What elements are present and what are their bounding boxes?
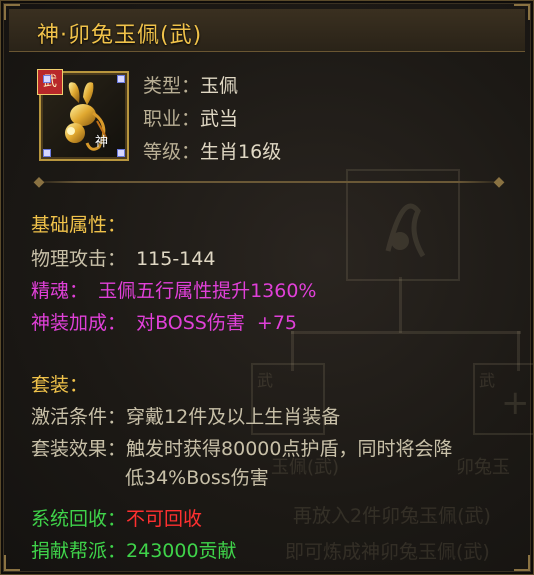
set-effect-value: 触发时获得80000点护盾，同时将会降: [126, 438, 453, 460]
physical-attack-value: 115-144: [136, 248, 216, 270]
frame-corner: [4, 555, 20, 571]
background-right-slot: 武 +: [473, 363, 533, 435]
divider-ornament: ◆: [33, 174, 45, 190]
item-type-row: 类型：玉佩: [143, 71, 238, 98]
frame-gem: [117, 75, 125, 83]
set-activation-label: 激活条件：: [31, 406, 127, 428]
item-class-value: 武当: [200, 108, 239, 130]
donate-value: 243000贡献: [126, 540, 237, 562]
item-type-label: 类型：: [143, 75, 201, 97]
donate-label: 捐献帮派：: [31, 540, 127, 562]
item-class-row: 职业：武当: [143, 104, 238, 131]
divine-bonus-label: 神装加成：: [31, 312, 127, 334]
physical-attack-label: 物理攻击：: [31, 248, 127, 270]
essence-row: 精魂： 玉佩五行属性提升1360%: [31, 276, 316, 303]
donate-row: 捐献帮派：243000贡献: [31, 536, 237, 563]
item-class-label: 职业：: [143, 108, 201, 130]
background-slot-badge: 武: [257, 371, 274, 390]
background-pendant-icon: [385, 203, 426, 258]
item-type-value: 玉佩: [200, 75, 239, 97]
background-center-slot: [346, 169, 460, 281]
item-level-row: 等级：生肖16级: [143, 137, 281, 164]
recycle-label: 系统回收：: [31, 508, 127, 530]
set-effect-label: 套装效果：: [31, 438, 127, 460]
background-slot-badge: 武: [479, 371, 496, 390]
divine-bonus-row: 神装加成： 对BOSS伤害 +75: [31, 308, 297, 335]
background-hint-line: 即可炼成神卯兔玉佩(武): [285, 541, 490, 563]
background-item-caption: 卯兔玉: [456, 457, 510, 478]
essence-value: 玉佩五行属性提升1360%: [98, 280, 317, 302]
physical-attack-row: 物理攻击： 115-144: [31, 244, 215, 271]
item-title: 神·卯兔玉佩(武): [37, 23, 203, 48]
frame-corner: [514, 555, 530, 571]
background-hint-line: 再放入2件卯兔玉佩(武): [293, 505, 491, 527]
title-bar: 神·卯兔玉佩(武): [9, 9, 525, 52]
frame-gem: [117, 149, 125, 157]
item-level-value: 生肖16级: [200, 141, 282, 163]
item-level-label: 等级：: [143, 141, 201, 163]
frame-gem: [43, 149, 51, 157]
set-effect-row: 套装效果：触发时获得80000点护盾，同时将会降: [31, 434, 452, 461]
set-activation-value: 穿戴12件及以上生肖装备: [126, 406, 341, 428]
item-tooltip: 武 武 + 玉佩(武) 卯兔玉 再放入2件卯兔玉佩(武) 即可炼成神卯兔玉佩(武…: [0, 0, 534, 575]
recycle-row: 系统回收：不可回收: [31, 504, 202, 531]
base-attributes-heading: 基础属性：: [31, 214, 127, 236]
section-divider: [31, 181, 505, 183]
divine-bonus-value: 对BOSS伤害 +75: [136, 312, 298, 334]
set-effect-continuation: 低34%Boss伤害: [125, 467, 269, 489]
divider-ornament: ◆: [493, 174, 505, 190]
divine-stamp: 神: [95, 135, 109, 150]
frame-gem: [43, 75, 51, 83]
recycle-value: 不可回收: [126, 508, 203, 530]
background-plus-icon: +: [501, 383, 530, 423]
essence-label: 精魂：: [31, 280, 89, 302]
set-activation-row: 激活条件：穿戴12件及以上生肖装备: [31, 402, 340, 429]
set-heading: 套装：: [31, 374, 89, 396]
jade-rabbit-pendant-icon: 武 神: [37, 69, 129, 161]
